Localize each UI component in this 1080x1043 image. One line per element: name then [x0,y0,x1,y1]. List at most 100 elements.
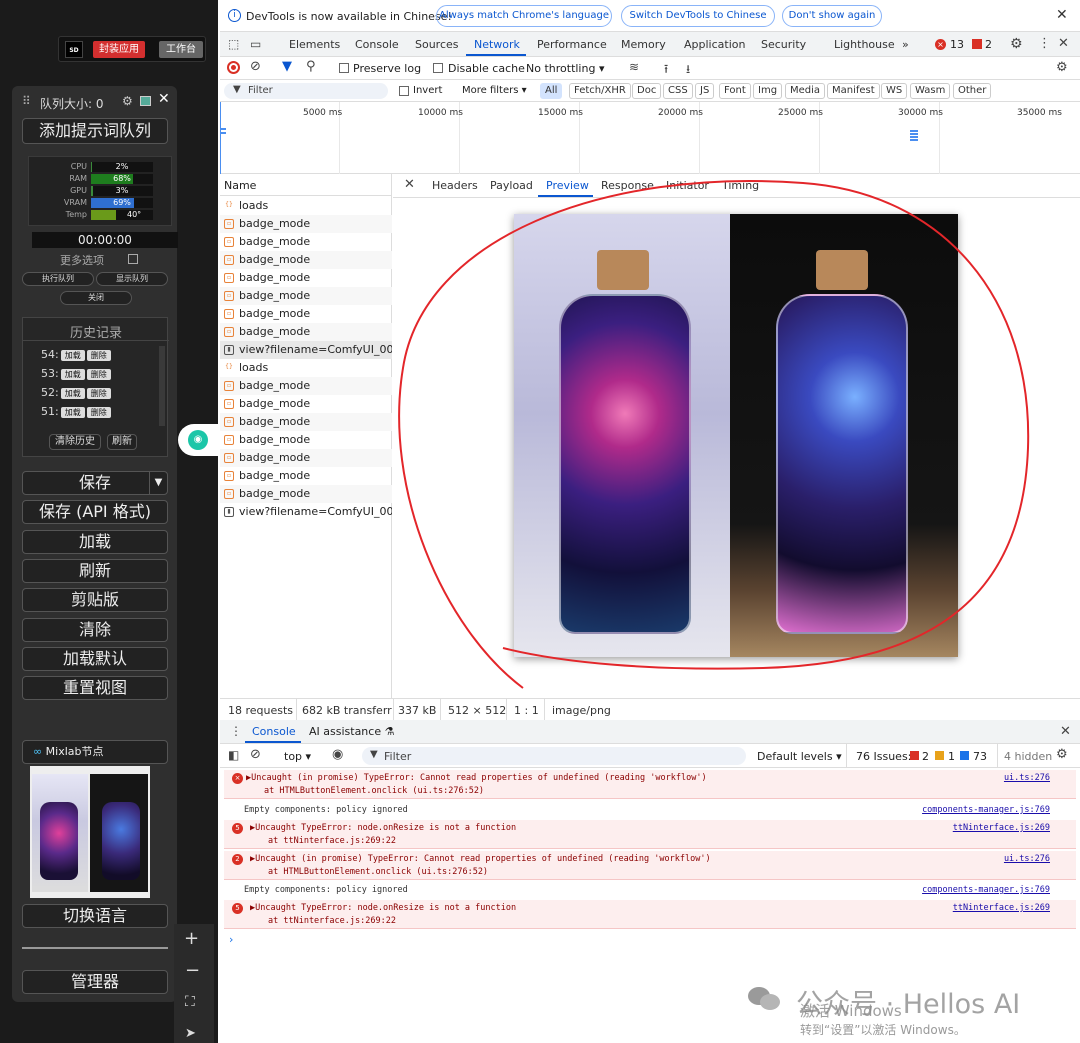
history-scrollbar[interactable] [159,346,165,426]
source-link[interactable]: ui.ts:276 [1004,773,1050,783]
manager-button[interactable]: 管理器 [22,970,168,994]
export-icon[interactable]: ⭳ [686,60,690,81]
sidebar-toggle-icon[interactable]: ◧ [228,748,239,762]
console-error-row[interactable]: 5 ▶Uncaught TypeError: node.onResize is … [224,820,1076,849]
history-delete-button[interactable]: 删除 [86,368,111,380]
settings-icon[interactable]: ⚙ [1010,36,1023,52]
load-default-button[interactable]: 加载默认 [22,647,168,671]
history-delete-button[interactable]: 删除 [86,387,111,399]
show-queue-button[interactable]: 显示队列 [96,272,168,286]
close-devtools-icon[interactable]: ✕ [1058,36,1069,51]
match-language-button[interactable]: Always match Chrome's language [436,5,612,27]
filter-input[interactable]: ▼ Filter [224,83,388,99]
switch-chinese-button[interactable]: Switch DevTools to Chinese [621,5,775,27]
close-icon[interactable]: ✕ [158,91,170,107]
source-link[interactable]: components-manager.js:769 [922,805,1050,815]
console-settings-icon[interactable]: ⚙ [1056,747,1068,762]
request-row[interactable]: ▫ badge_mode [220,467,392,485]
request-row[interactable]: ▮ view?filename=ComfyUI_00... [220,503,392,521]
close-button[interactable]: 关闭 [60,291,132,305]
close-icon[interactable]: ✕ [1056,7,1068,23]
filter-icon[interactable]: ▼ [282,59,292,74]
filter-wasm[interactable]: Wasm [910,83,951,99]
tab-security[interactable]: Security [761,38,806,51]
context-select[interactable]: top ▾ [284,750,311,763]
error-count[interactable]: 13 [950,38,964,51]
navigate-icon[interactable]: ➤ [185,1026,196,1041]
clear-icon[interactable]: ⊘ [250,59,261,74]
history-refresh-button[interactable]: 刷新 [107,434,137,450]
run-queue-button[interactable]: 执行队列 [22,272,94,286]
console-error-row[interactable]: 5 ▶Uncaught TypeError: node.onResize is … [224,900,1076,929]
request-row[interactable]: ▫ badge_mode [220,431,392,449]
zoom-in-icon[interactable]: + [184,928,199,949]
tab-performance[interactable]: Performance [537,38,607,51]
filter-all[interactable]: All [540,83,563,99]
more-filters-dropdown[interactable]: More filters ▾ [462,85,527,96]
close-drawer-icon[interactable]: ✕ [1060,724,1071,739]
request-row[interactable]: ▫ badge_mode [220,377,392,395]
tab-elements[interactable]: Elements [289,38,340,51]
save-button[interactable]: 保存 ▼ [22,471,168,495]
issues-warning-count[interactable]: 1 [948,750,955,763]
inspect-icon[interactable]: ⬚ [228,37,239,51]
switch-language-button[interactable]: 切换语言 [22,904,168,928]
clear-button[interactable]: 清除 [22,618,168,642]
request-row[interactable]: ▫ badge_mode [220,449,392,467]
clear-history-button[interactable]: 清除历史 [49,434,101,450]
load-button[interactable]: 加载 [22,530,168,554]
save-api-button[interactable]: 保存 (API 格式) [22,500,168,524]
tab-ai-assistance[interactable]: AI assistance ⚗ [309,725,394,738]
image-icon[interactable] [140,96,151,106]
issues-label[interactable]: 76 Issues: [856,750,911,763]
clipspace-button[interactable]: 剪贴版 [22,588,168,612]
filter-ws[interactable]: WS [881,83,908,99]
history-load-button[interactable]: 加载 [60,349,85,361]
request-row[interactable]: ▫ badge_mode [220,485,392,503]
request-row[interactable]: ▫ badge_mode [220,287,392,305]
request-row[interactable]: ▫ badge_mode [220,413,392,431]
refresh-button[interactable]: 刷新 [22,559,168,583]
filter-js[interactable]: JS [695,83,715,99]
disable-cache-checkbox[interactable] [433,63,443,73]
source-link[interactable]: components-manager.js:769 [922,885,1050,895]
filter-fetch-xhr[interactable]: Fetch/XHR [569,83,631,99]
drawer-menu-icon[interactable]: ⋮ [230,724,242,738]
filter-manifest[interactable]: Manifest [827,83,880,99]
filter-font[interactable]: Font [719,83,751,99]
tab-network[interactable]: Network [474,38,520,51]
mixlab-thumbnail[interactable] [30,766,150,898]
console-filter-input[interactable]: ▼ Filter [362,747,746,765]
history-load-button[interactable]: 加载 [60,368,85,380]
network-settings-icon[interactable]: ⚙ [1056,60,1068,75]
import-icon[interactable]: ⭱ [664,60,668,81]
device-toolbar-icon[interactable]: ▭ [250,37,261,51]
filter-doc[interactable]: Doc [632,83,662,99]
filter-css[interactable]: CSS [663,83,693,99]
record-icon[interactable] [227,61,240,74]
filter-other[interactable]: Other [953,83,992,99]
gear-icon[interactable]: ⚙ [122,94,133,108]
drag-handle-icon[interactable]: ⠿ [22,94,31,108]
request-row[interactable]: ▫ badge_mode [220,305,392,323]
fit-view-icon[interactable]: ⛶ [185,994,195,1010]
tab-lighthouse[interactable]: Lighthouse [834,38,895,51]
request-row[interactable]: {} loads [220,197,392,215]
reset-view-button[interactable]: 重置视图 [22,676,168,700]
more-tabs-icon[interactable]: » [902,38,909,51]
source-link[interactable]: ui.ts:276 [1004,854,1050,864]
history-delete-button[interactable]: 删除 [86,406,111,418]
request-row[interactable]: ▫ badge_mode [220,215,392,233]
save-dropdown-icon[interactable]: ▼ [149,472,167,494]
filter-img[interactable]: Img [753,83,783,99]
package-app-button[interactable]: 封装应用 [93,41,145,58]
workbench-button[interactable]: 工作台 [159,41,203,58]
history-load-button[interactable]: 加载 [60,406,85,418]
clear-console-icon[interactable]: ⊘ [250,747,261,762]
search-icon[interactable]: ⚲ [306,59,316,74]
issues-info-count[interactable]: 73 [973,750,987,763]
invert-checkbox[interactable] [399,86,409,96]
preserve-log-checkbox[interactable] [339,63,349,73]
filter-media[interactable]: Media [785,83,826,99]
console-prompt-icon[interactable]: › [229,933,233,946]
